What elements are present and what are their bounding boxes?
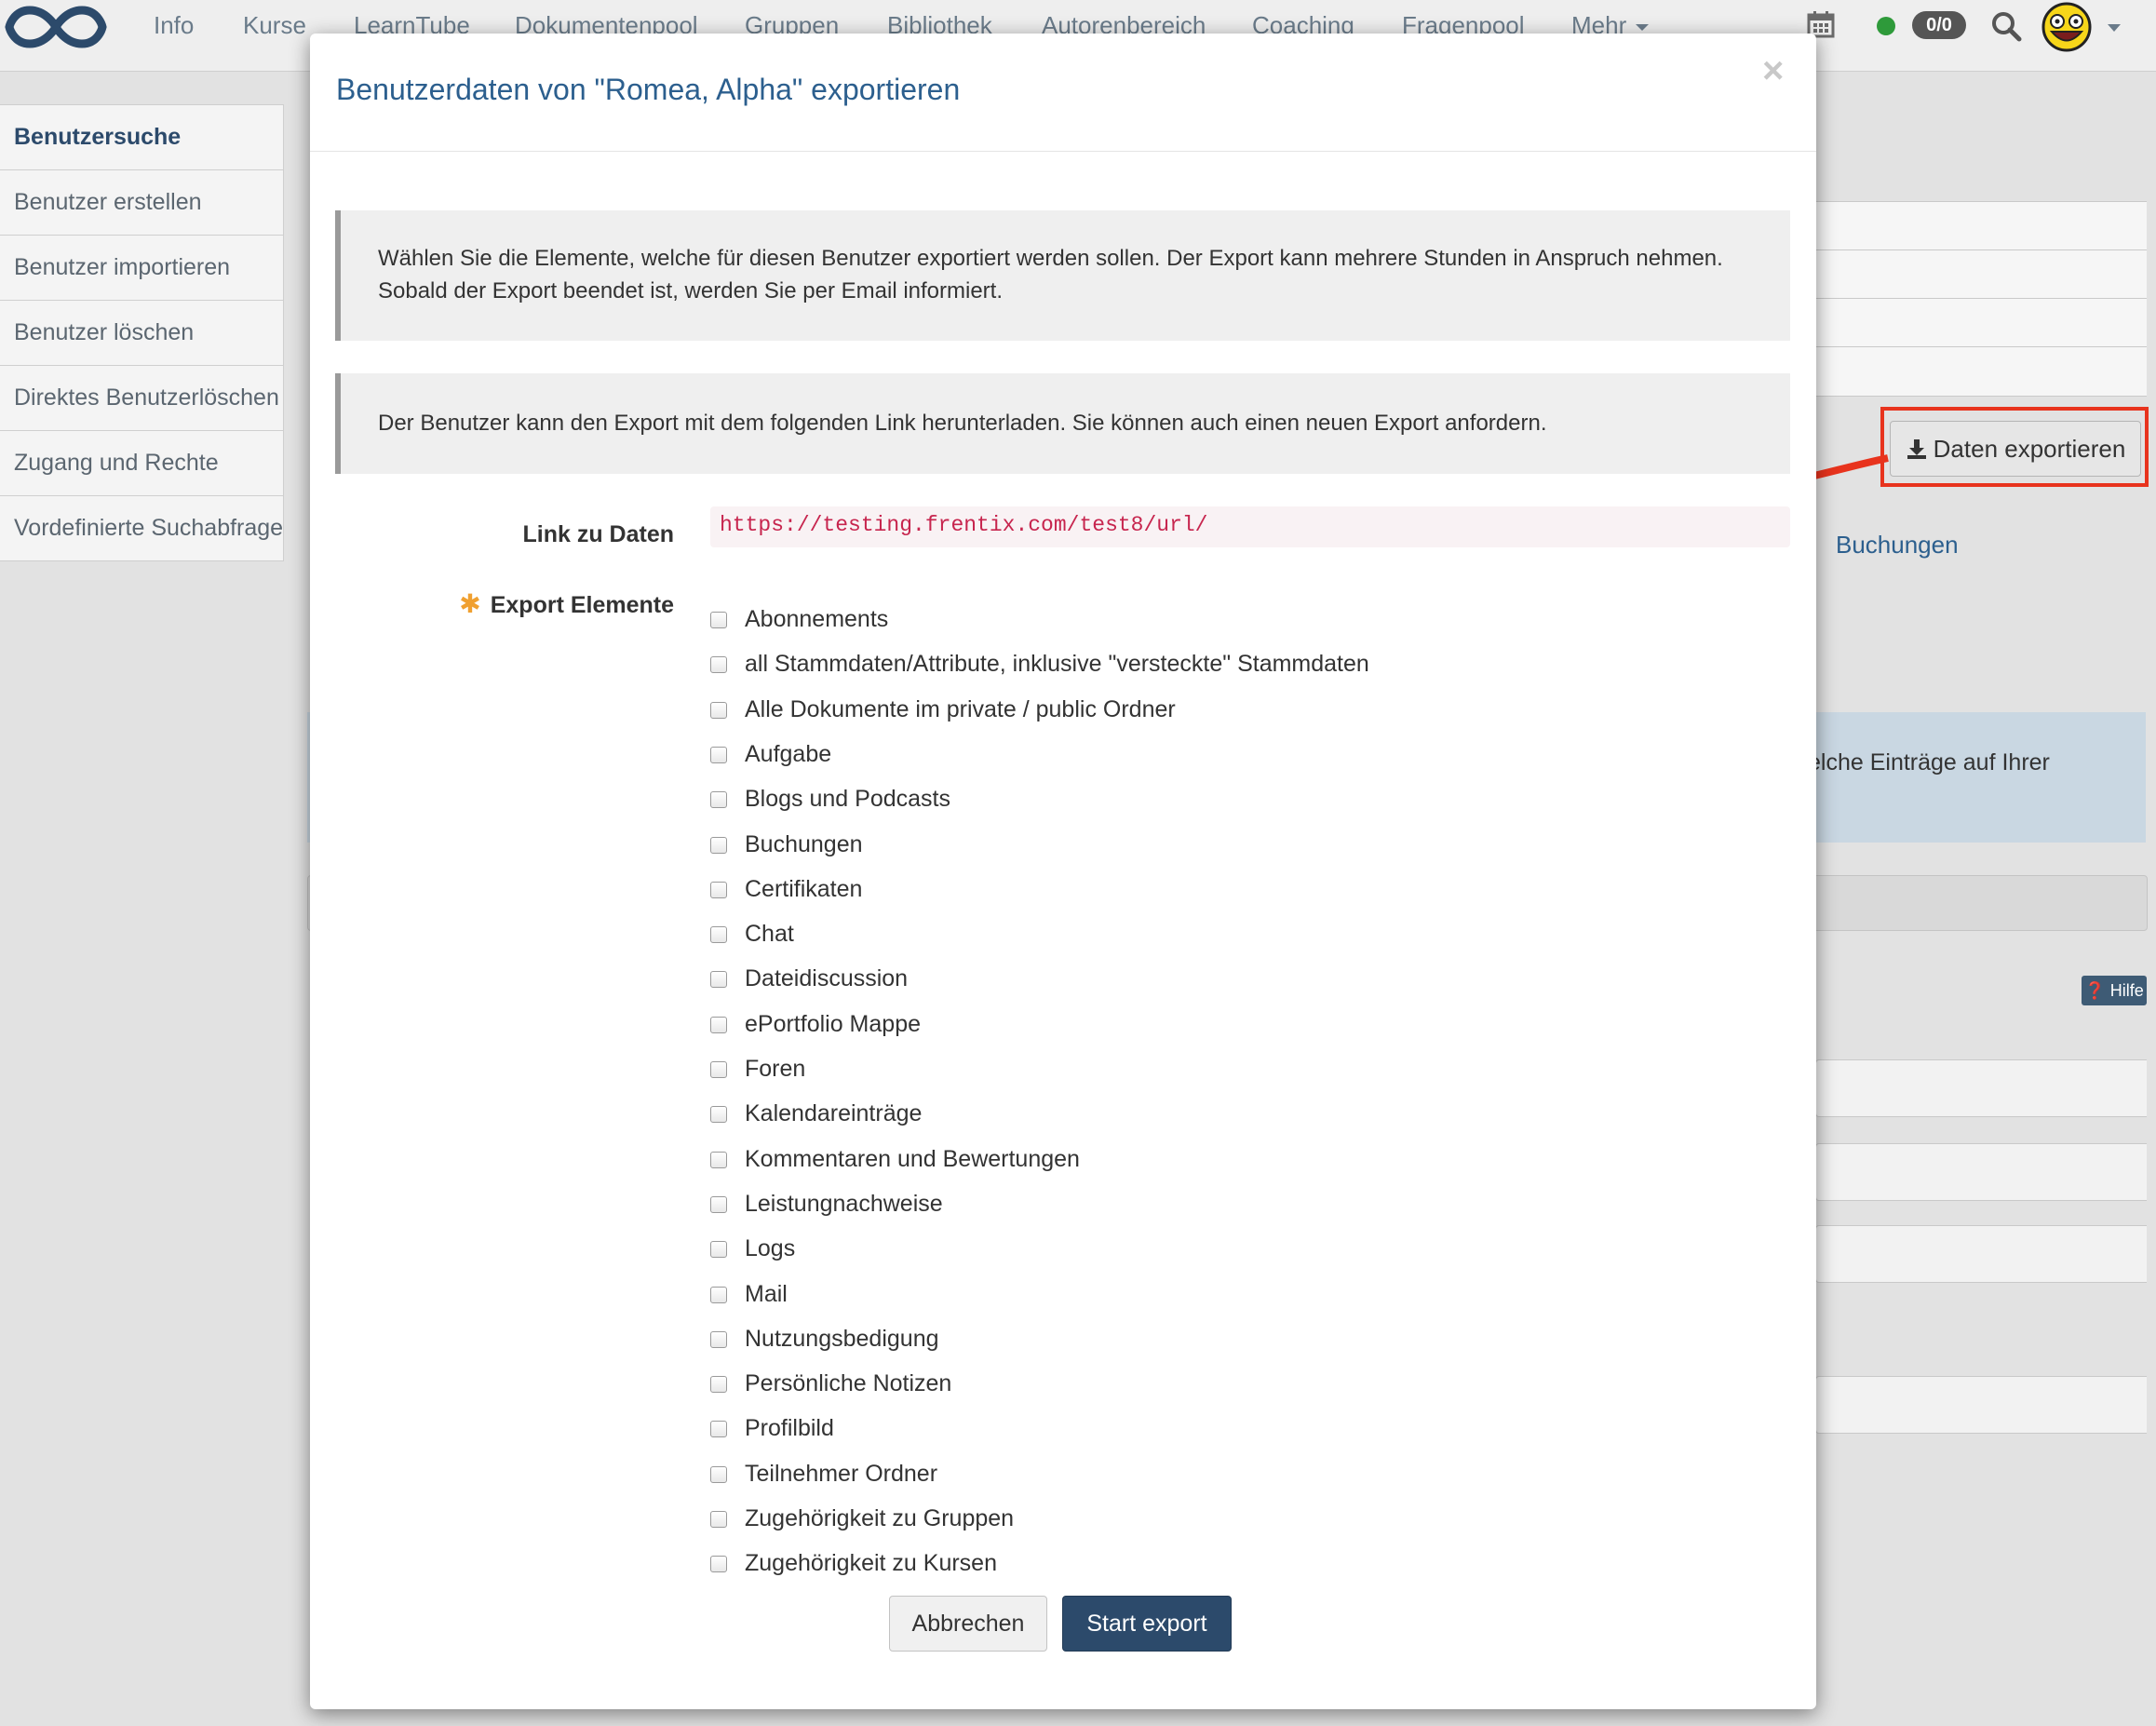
user-avatar-icon[interactable] [2041, 1, 2095, 53]
info-note: Wählen Sie die Elemente, welche für dies… [335, 210, 1790, 341]
background-field [1815, 298, 2147, 348]
export-element-label: Aufgabe [745, 740, 832, 767]
export-element-checkbox[interactable] [710, 1195, 727, 1213]
export-element-label: Kalendareinträge [745, 1100, 923, 1127]
data-link-field[interactable]: https://testing.frentix.com/test8/url/ [710, 506, 1790, 547]
close-icon[interactable]: × [1762, 52, 1784, 89]
online-status-icon [1877, 17, 1895, 35]
download-note: Der Benutzer kann den Export mit dem fol… [335, 373, 1790, 474]
export-element-checkbox[interactable] [710, 1511, 727, 1528]
link-label: Link zu Daten [522, 521, 674, 547]
export-elements-label: ✱ Export Elemente [440, 588, 674, 619]
export-element-checkbox[interactable] [710, 612, 727, 628]
export-dialog: Benutzerdaten von "Romea, Alpha" exporti… [310, 34, 1816, 1709]
export-element-checkbox[interactable] [710, 1465, 727, 1483]
export-element-label: ePortfolio Mappe [745, 1010, 922, 1037]
sidebar-item-vordefinierte-suchabfrage[interactable]: Vordefinierte Suchabfrage [0, 496, 283, 560]
export-element-checkbox[interactable] [710, 1376, 727, 1394]
buchungen-link[interactable]: Buchungen [1836, 531, 1959, 560]
help-icon: ❓ [2084, 981, 2106, 1000]
dialog-title: Benutzerdaten von "Romea, Alpha" exporti… [336, 73, 961, 106]
export-element-checkbox[interactable] [710, 1330, 727, 1348]
background-input [1815, 1143, 2147, 1201]
export-element-checkbox[interactable] [710, 746, 727, 763]
export-element-checkbox[interactable] [710, 1106, 727, 1124]
export-element-label: Alle Dokumente im private / public Ordne… [745, 695, 1176, 722]
sidebar-item-benutzer-loeschen[interactable]: Benutzer löschen [0, 301, 283, 366]
export-element-checkbox[interactable] [710, 1016, 727, 1033]
background-input [1815, 1059, 2147, 1117]
export-element-checkbox[interactable] [710, 971, 727, 989]
background-input [1815, 1376, 2147, 1434]
export-element-checkbox[interactable] [710, 1556, 727, 1573]
export-element-label: Kommentaren und Bewertungen [745, 1145, 1080, 1172]
background-info-text: elche Einträge auf Ihrer [1808, 749, 2050, 775]
export-element-label: Profilbild [745, 1415, 834, 1442]
nav-kurse[interactable]: Kurse [243, 11, 306, 40]
sidebar-item-benutzer-erstellen[interactable]: Benutzer erstellen [0, 170, 283, 236]
export-elements-label-text: Export Elemente [490, 592, 674, 618]
background-field [1815, 346, 2147, 397]
export-element-label: Foren [745, 1056, 806, 1082]
export-element-checkbox[interactable] [710, 836, 727, 854]
sidebar-item-direktes-benutzerloeschen[interactable]: Direktes Benutzerlöschen [0, 366, 283, 431]
sidebar-item-zugang-und-rechte[interactable]: Zugang und Rechte [0, 431, 283, 496]
export-element-label: Logs [745, 1235, 796, 1262]
export-element-label: Blogs und Podcasts [745, 786, 950, 813]
notification-counter[interactable]: 0/0 [1912, 11, 1966, 39]
nav-info[interactable]: Info [154, 11, 194, 40]
export-element-checkbox[interactable] [710, 1286, 727, 1303]
cancel-button[interactable]: Abbrechen [889, 1596, 1047, 1652]
export-element-checkbox[interactable] [710, 926, 727, 944]
export-element-label: Buchungen [745, 830, 863, 857]
sidebar: Benutzersuche Benutzer erstellen Benutze… [0, 104, 284, 561]
export-element-checkbox[interactable] [710, 1151, 727, 1168]
background-input [1815, 1225, 2147, 1283]
export-element-label: Zugehörigkeit zu Gruppen [745, 1505, 1015, 1531]
export-element-label: Chat [745, 921, 794, 948]
export-element-checkbox[interactable] [710, 1421, 727, 1438]
sidebar-item-benutzersuche[interactable]: Benutzersuche [0, 105, 283, 170]
chevron-down-icon[interactable] [2108, 24, 2121, 32]
export-element-checkbox[interactable] [710, 1061, 727, 1078]
search-icon[interactable] [1990, 10, 2022, 42]
export-element-label: Teilnehmer Ordner [745, 1460, 938, 1487]
data-link[interactable]: https://testing.frentix.com/test8/url/ [720, 513, 1208, 537]
required-star-icon: ✱ [459, 589, 481, 618]
background-field [1815, 201, 2147, 251]
export-element-label: all Stammdaten/Attribute, inklusive "ver… [745, 651, 1369, 678]
export-element-label: Certifikaten [745, 875, 863, 902]
export-element-label: Zugehörigkeit zu Kursen [745, 1550, 997, 1577]
export-element-checkbox[interactable] [710, 791, 727, 809]
export-element-checkbox[interactable] [710, 656, 727, 674]
export-element-label: Dateidiscussion [745, 965, 909, 992]
help-button[interactable]: ❓ Hilfe [2082, 976, 2147, 1005]
export-element-label: Abonnements [745, 606, 889, 632]
sidebar-item-benutzer-importieren[interactable]: Benutzer importieren [0, 236, 283, 301]
export-element-checkbox[interactable] [710, 1241, 727, 1259]
export-element-label: Mail [745, 1280, 788, 1307]
start-export-button[interactable]: Start export [1062, 1596, 1232, 1652]
export-element-checkbox[interactable] [710, 881, 727, 898]
help-label: Hilfe [2109, 981, 2144, 1000]
export-element-checkbox[interactable] [710, 701, 727, 719]
export-element-label: Leistungnachweise [745, 1190, 943, 1217]
dialog-header: Benutzerdaten von "Romea, Alpha" exporti… [310, 34, 1816, 152]
export-element-label: Nutzungsbedigung [745, 1325, 939, 1352]
background-field [1815, 249, 2147, 300]
highlight-box [1880, 407, 2149, 487]
export-element-label: Persönliche Notizen [745, 1370, 952, 1397]
logo-infinity-icon[interactable] [4, 3, 108, 51]
